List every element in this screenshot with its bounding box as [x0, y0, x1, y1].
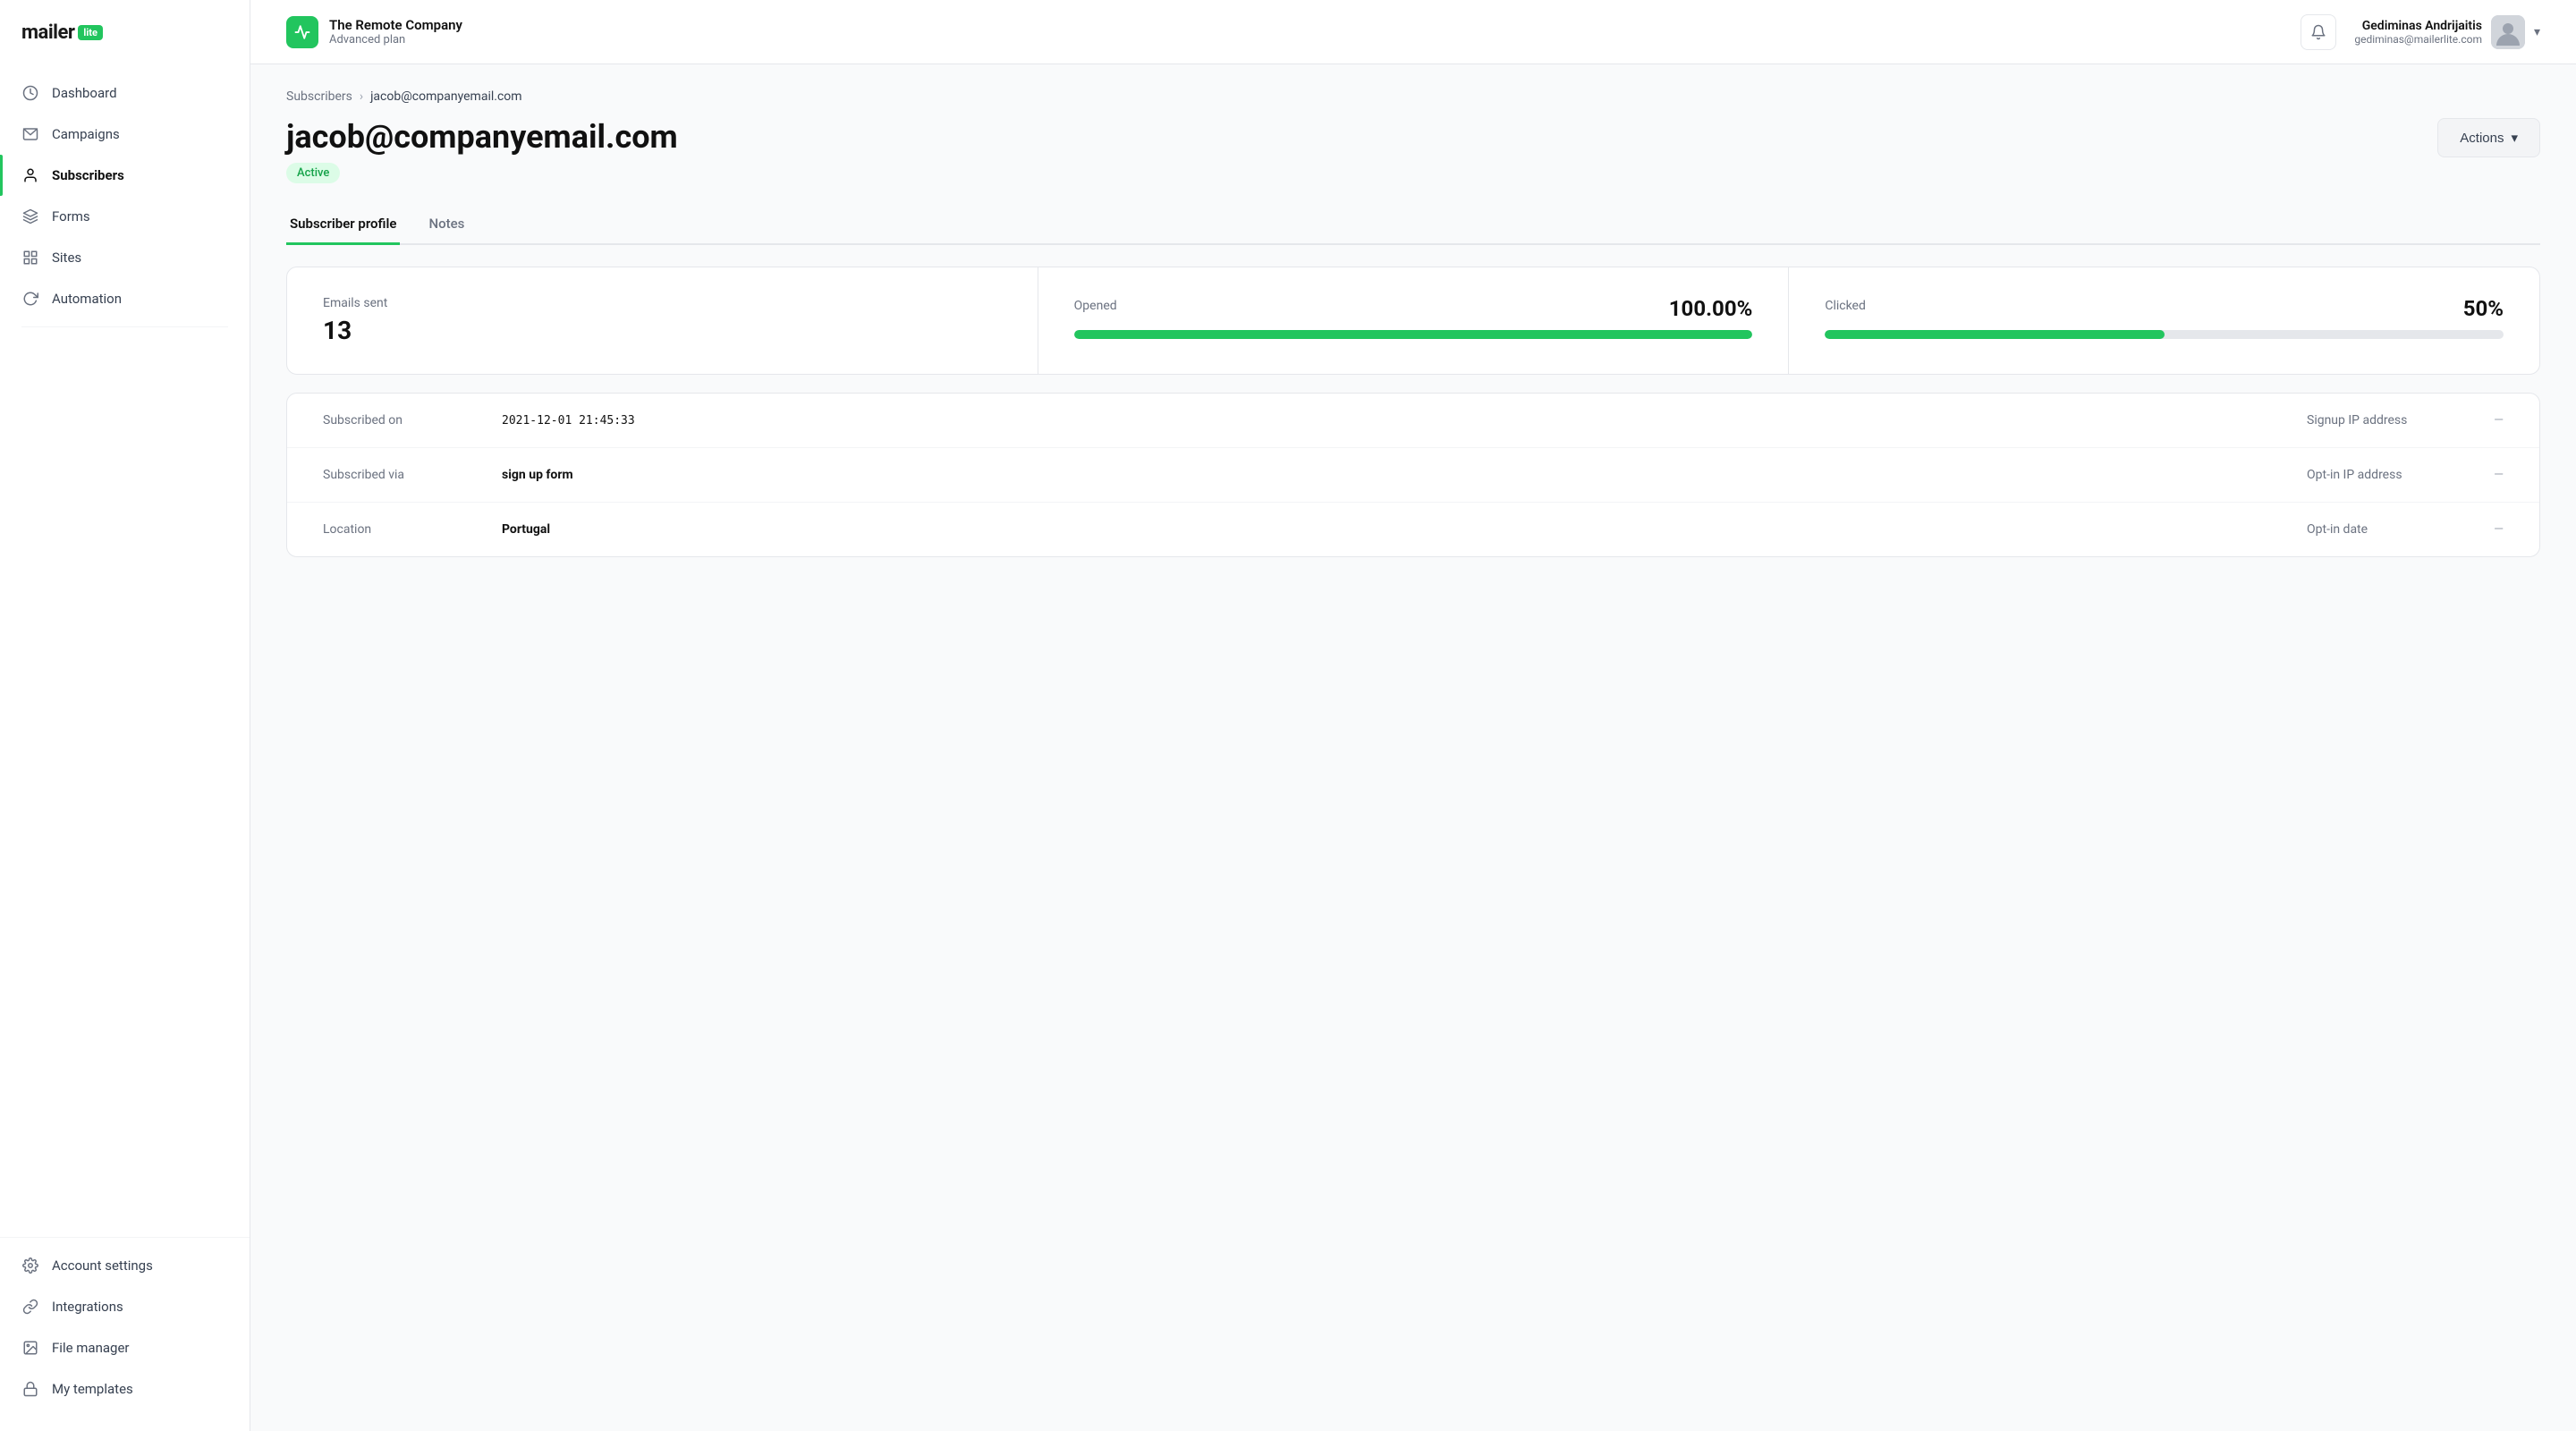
location-value: Portugal	[502, 522, 2271, 537]
company-plan: Advanced plan	[329, 33, 462, 47]
breadcrumb: Subscribers › jacob@companyemail.com	[286, 89, 2540, 104]
subscribed-via-value: sign up form	[502, 468, 2271, 482]
opened-label: Opened	[1074, 299, 1117, 313]
sidebar-item-forms[interactable]: Forms	[0, 196, 250, 237]
breadcrumb-subscribers-link[interactable]: Subscribers	[286, 89, 352, 104]
logo-badge: lite	[78, 25, 103, 40]
opened-value: 100.00%	[1669, 296, 1753, 321]
sidebar-item-campaigns[interactable]: Campaigns	[0, 114, 250, 155]
details-row-subscribed-via: Subscribed via sign up form Opt-in IP ad…	[287, 448, 2539, 503]
sidebar-item-sites[interactable]: Sites	[0, 237, 250, 278]
sidebar-item-label: Automation	[52, 291, 122, 307]
sidebar-item-subscribers[interactable]: Subscribers	[0, 155, 250, 196]
user-email: gediminas@mailerlite.com	[2354, 33, 2482, 46]
avatar	[2491, 15, 2525, 49]
logo-area: mailer lite	[0, 21, 250, 72]
clicked-row: Clicked 50%	[1825, 296, 2504, 321]
optin-ip-key: Opt-in IP address	[2271, 468, 2450, 482]
stats-card: Emails sent 13 Opened 100.00% Clicked 50…	[286, 267, 2540, 375]
sidebar-item-dashboard[interactable]: Dashboard	[0, 72, 250, 114]
sidebar-item-label: Subscribers	[52, 167, 124, 183]
user-name: Gediminas Andrijaitis	[2354, 19, 2482, 33]
user-details: Gediminas Andrijaitis gediminas@mailerli…	[2354, 19, 2482, 46]
sidebar-item-automation[interactable]: Automation	[0, 278, 250, 319]
settings-icon	[21, 1257, 39, 1274]
sidebar-item-label: Integrations	[52, 1299, 123, 1315]
actions-label: Actions	[2460, 131, 2504, 146]
optin-ip-value: —	[2450, 468, 2504, 482]
sidebar-item-label: Account settings	[52, 1257, 153, 1274]
subscribed-via-key: Subscribed via	[323, 468, 502, 482]
opened-section: Opened 100.00%	[1038, 267, 1789, 374]
layers-icon	[21, 207, 39, 225]
logo-text: mailer	[21, 21, 74, 44]
location-key: Location	[323, 522, 502, 537]
optin-date-value: —	[2450, 522, 2504, 537]
tabs: Subscriber profile Notes	[286, 205, 2540, 245]
opened-progress-fill	[1074, 330, 1753, 339]
clicked-section: Clicked 50%	[1788, 267, 2539, 374]
tab-subscriber-profile[interactable]: Subscriber profile	[286, 205, 400, 245]
sidebar-item-integrations[interactable]: Integrations	[0, 1286, 250, 1327]
sidebar-item-label: File manager	[52, 1340, 129, 1356]
subscribed-on-key: Subscribed on	[323, 413, 502, 428]
company-info: The Remote Company Advanced plan	[286, 16, 462, 48]
top-header: The Remote Company Advanced plan Gedimin…	[250, 0, 2576, 64]
optin-date-key: Opt-in date	[2271, 522, 2450, 537]
clicked-value: 50%	[2463, 296, 2504, 321]
main-content: The Remote Company Advanced plan Gedimin…	[250, 0, 2576, 1431]
clicked-label: Clicked	[1825, 299, 1866, 313]
nav-divider	[21, 326, 228, 327]
signup-ip-key: Signup IP address	[2271, 413, 2450, 428]
header-right: Gediminas Andrijaitis gediminas@mailerli…	[2301, 14, 2540, 50]
mail-icon	[21, 125, 39, 143]
details-row-location: Location Portugal Opt-in date —	[287, 503, 2539, 556]
link-icon	[21, 1298, 39, 1316]
sidebar-item-label: Dashboard	[52, 85, 117, 101]
signup-ip-value: —	[2450, 413, 2504, 428]
sidebar-item-account-settings[interactable]: Account settings	[0, 1245, 250, 1286]
lock-icon	[21, 1380, 39, 1398]
user-icon	[21, 166, 39, 184]
sidebar-item-label: Campaigns	[52, 126, 120, 142]
sidebar-item-file-manager[interactable]: File manager	[0, 1327, 250, 1368]
breadcrumb-separator: ›	[360, 89, 363, 104]
nav-section: Dashboard Campaigns Subscribers Forms	[0, 72, 250, 1237]
status-badge: Active	[286, 163, 340, 183]
logo[interactable]: mailer lite	[21, 21, 228, 44]
details-card: Subscribed on 2021-12-01 21:45:33 Signup…	[286, 393, 2540, 557]
grid-icon	[21, 249, 39, 267]
company-details: The Remote Company Advanced plan	[329, 17, 462, 47]
company-icon	[286, 16, 318, 48]
emails-sent-label: Emails sent	[323, 296, 1002, 310]
clicked-progress-fill	[1825, 330, 2164, 339]
page-title: jacob@companyemail.com	[286, 118, 678, 156]
nav-bottom: Account settings Integrations File manag…	[0, 1237, 250, 1410]
refresh-icon	[21, 290, 39, 308]
actions-button[interactable]: Actions ▾	[2437, 118, 2540, 157]
tab-notes[interactable]: Notes	[425, 205, 468, 245]
notifications-button[interactable]	[2301, 14, 2336, 50]
emails-sent-value: 13	[323, 316, 1002, 345]
sidebar-item-label: Forms	[52, 208, 90, 224]
opened-progress-bg	[1074, 330, 1753, 339]
page-header: jacob@companyemail.com Actions ▾	[286, 118, 2540, 157]
emails-sent-section: Emails sent 13	[287, 267, 1038, 374]
company-name: The Remote Company	[329, 17, 462, 33]
page-content: Subscribers › jacob@companyemail.com jac…	[250, 64, 2576, 1431]
sidebar-item-label: My templates	[52, 1381, 133, 1397]
breadcrumb-current: jacob@companyemail.com	[370, 89, 521, 104]
user-info[interactable]: Gediminas Andrijaitis gediminas@mailerli…	[2354, 15, 2540, 49]
subscribed-on-value: 2021-12-01 21:45:33	[502, 414, 2271, 428]
sidebar-item-label: Sites	[52, 250, 81, 266]
opened-row: Opened 100.00%	[1074, 296, 1753, 321]
clock-icon	[21, 84, 39, 102]
clicked-progress-bg	[1825, 330, 2504, 339]
chevron-down-icon: ▾	[2534, 25, 2540, 39]
sidebar-item-my-templates[interactable]: My templates	[0, 1368, 250, 1410]
details-row-subscribed-on: Subscribed on 2021-12-01 21:45:33 Signup…	[287, 394, 2539, 448]
image-icon	[21, 1339, 39, 1357]
actions-chevron-icon: ▾	[2511, 130, 2518, 146]
sidebar: mailer lite Dashboard Campaigns Subscrib…	[0, 0, 250, 1431]
